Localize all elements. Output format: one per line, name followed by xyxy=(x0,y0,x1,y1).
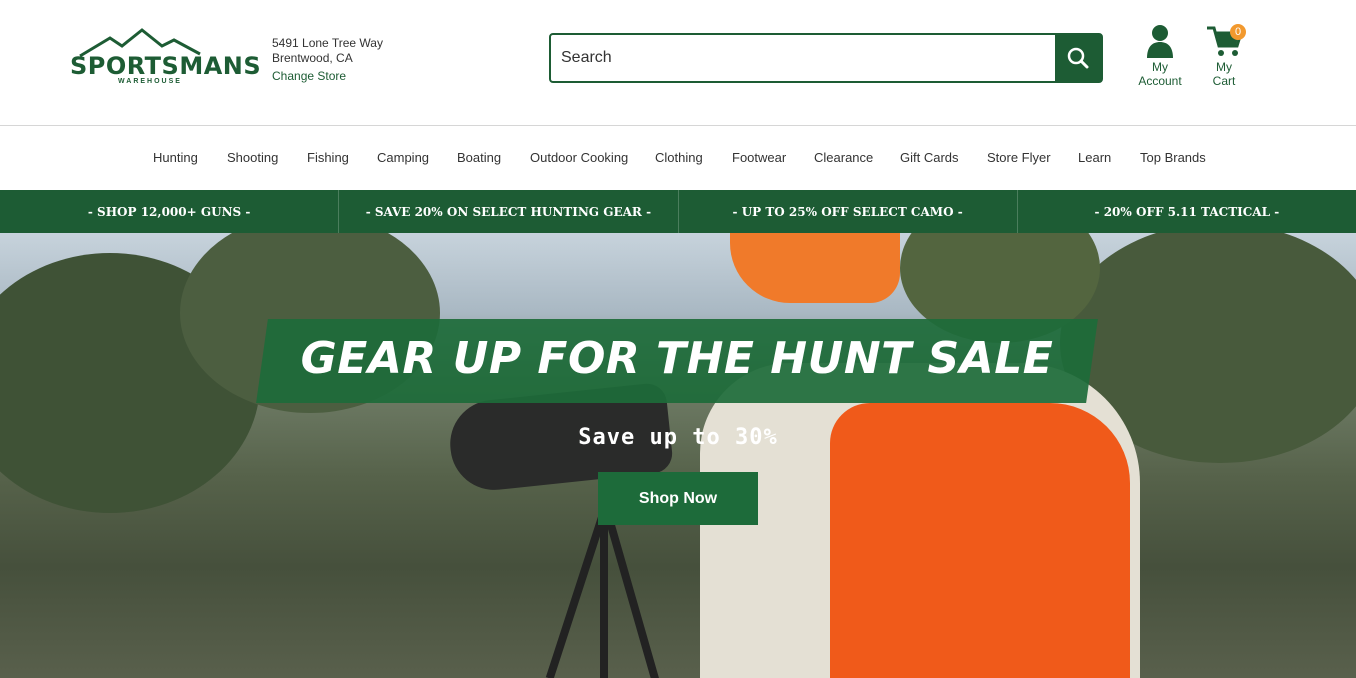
logo-text: SPORTSMANS xyxy=(70,52,262,80)
site-logo[interactable]: SPORTSMANS WAREHOUSE xyxy=(70,28,262,88)
nav-item-footwear[interactable]: Footwear xyxy=(732,150,786,165)
nav-item-learn[interactable]: Learn xyxy=(1078,150,1111,165)
promo-link-guns[interactable]: - SHOP 12,000+ GUNS - xyxy=(0,190,340,233)
hero-subtitle: Save up to 30% xyxy=(578,425,778,450)
search-icon xyxy=(1067,47,1089,69)
nav-item-clothing[interactable]: Clothing xyxy=(655,150,703,165)
search-bar xyxy=(549,33,1103,83)
search-input[interactable] xyxy=(551,35,1057,81)
my-account-link[interactable]: My Account xyxy=(1134,24,1186,88)
account-label-1: My xyxy=(1152,60,1168,74)
account-label-2: Account xyxy=(1138,74,1182,88)
nav-item-fishing[interactable]: Fishing xyxy=(307,150,349,165)
store-info: 5491 Lone Tree Way Brentwood, CA Change … xyxy=(272,36,383,84)
hero-hunter-cap xyxy=(730,233,900,303)
nav-item-clearance[interactable]: Clearance xyxy=(814,150,873,165)
promo-link-hunting-gear[interactable]: - SAVE 20% ON SELECT HUNTING GEAR - xyxy=(339,190,679,233)
change-store-link[interactable]: Change Store xyxy=(272,69,383,84)
cart-label-2: Cart xyxy=(1212,74,1236,88)
store-address-line2: Brentwood, CA xyxy=(272,51,353,65)
promo-link-camo[interactable]: - UP TO 25% OFF SELECT CAMO - xyxy=(679,190,1018,233)
store-address-line1: 5491 Lone Tree Way xyxy=(272,36,383,50)
nav-item-top-brands[interactable]: Top Brands xyxy=(1140,150,1206,165)
nav-item-boating[interactable]: Boating xyxy=(457,150,501,165)
nav-item-gift-cards[interactable]: Gift Cards xyxy=(900,150,959,165)
search-button[interactable] xyxy=(1055,35,1101,81)
cart-label-1: My xyxy=(1216,60,1232,74)
promo-link-tactical[interactable]: - 20% OFF 5.11 TACTICAL - xyxy=(1018,190,1356,233)
cart-count-badge: 0 xyxy=(1230,24,1246,40)
main-nav: Hunting Shooting Fishing Camping Boating… xyxy=(0,127,1356,190)
site-header: SPORTSMANS WAREHOUSE 5491 Lone Tree Way … xyxy=(0,0,1356,126)
shop-now-button[interactable]: Shop Now xyxy=(598,472,758,525)
nav-item-camping[interactable]: Camping xyxy=(377,150,429,165)
nav-item-shooting[interactable]: Shooting xyxy=(227,150,278,165)
user-icon xyxy=(1147,25,1173,58)
my-cart-link[interactable]: 0 My Cart xyxy=(1200,24,1248,88)
nav-item-hunting[interactable]: Hunting xyxy=(153,150,198,165)
promo-bar: - SHOP 12,000+ GUNS - - SAVE 20% ON SELE… xyxy=(0,190,1356,233)
hero-title: GEAR UP FOR THE HUNT SALE xyxy=(300,333,1054,384)
hero-banner[interactable]: GEAR UP FOR THE HUNT SALE Save up to 30%… xyxy=(0,233,1356,678)
logo-subtext: WAREHOUSE xyxy=(118,78,182,85)
nav-item-store-flyer[interactable]: Store Flyer xyxy=(987,150,1051,165)
nav-item-outdoor-cooking[interactable]: Outdoor Cooking xyxy=(530,150,628,165)
